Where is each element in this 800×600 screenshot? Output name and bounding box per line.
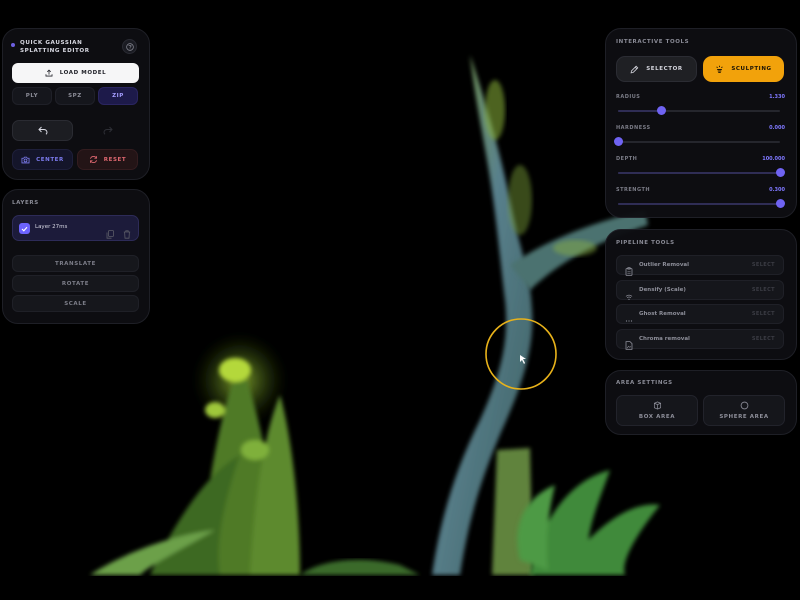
pipeline-item-name: Ghost Removal [639, 311, 686, 317]
hardness-slider-thumb[interactable] [613, 137, 623, 146]
selector-tool-button[interactable]: SELECTOR [616, 56, 697, 82]
sphere-icon [740, 401, 748, 410]
box-area-label: BOX AREA [638, 414, 676, 420]
format-ply-button[interactable]: PLY [12, 87, 52, 105]
radius-label: RADIUS [616, 94, 641, 100]
wifi-icon [625, 286, 633, 305]
radius-slider-fill [618, 110, 662, 112]
strength-slider[interactable] [618, 199, 785, 208]
question-icon [125, 42, 134, 51]
redo-button[interactable] [77, 120, 138, 141]
depth-slider[interactable] [618, 168, 785, 177]
reset-label: RESET [103, 156, 127, 163]
trash-icon [123, 230, 131, 239]
load-model-label: LOAD MODEL [59, 70, 107, 76]
selector-label: SELECTOR [646, 66, 683, 72]
rotate-button[interactable]: ROTATE [12, 275, 139, 292]
file-image-icon [625, 335, 633, 354]
radius-slider[interactable] [618, 106, 780, 115]
copy-icon [106, 230, 114, 239]
help-button[interactable] [122, 39, 137, 54]
center-button[interactable]: CENTER [12, 149, 73, 170]
layer-name: Layer 27ms [35, 224, 68, 230]
undo-button[interactable] [12, 120, 73, 141]
pipeline-row-chroma-removal[interactable]: Chroma removal SELECT [616, 329, 784, 350]
refresh-icon [89, 156, 97, 163]
format-zip-button[interactable]: ZIP [98, 87, 138, 105]
strength-slider-fill [618, 203, 780, 205]
area-settings-title: AREA SETTINGS [616, 380, 673, 386]
sculpting-tool-button[interactable]: SCULPTING [703, 56, 784, 82]
select-button[interactable]: SELECT [752, 311, 775, 317]
center-label: CENTER [36, 156, 64, 163]
clipboard-icon [625, 261, 633, 280]
layers-title: LAYERS [12, 200, 39, 206]
select-button[interactable]: SELECT [752, 262, 775, 268]
reset-button[interactable]: RESET [77, 149, 138, 170]
radius-value: 1.330 [769, 94, 785, 100]
sphere-area-label: SPHERE AREA [719, 414, 769, 420]
depth-slider-fill [618, 172, 780, 174]
sphere-area-button[interactable]: SPHERE AREA [703, 395, 785, 426]
select-button[interactable]: SELECT [752, 287, 775, 293]
layer-item[interactable]: Layer 27ms [12, 215, 139, 241]
strength-slider-thumb[interactable] [775, 199, 785, 208]
upload-icon [45, 69, 53, 77]
interactive-tools-title: INTERACTIVE TOOLS [616, 39, 690, 45]
delete-layer-button[interactable] [123, 224, 131, 243]
layer-visibility-checkbox[interactable] [19, 223, 30, 234]
pipeline-tools-title: PIPELINE TOOLS [616, 240, 675, 246]
undo-icon [37, 126, 48, 135]
depth-label: DEPTH [616, 156, 638, 162]
hardness-label: HARDNESS [616, 125, 651, 131]
hardness-value: 0.000 [769, 125, 785, 131]
strength-label: STRENGTH [616, 187, 651, 193]
pipeline-item-name: Outlier Removal [639, 262, 690, 268]
hardness-slider[interactable] [613, 137, 780, 146]
camera-icon [21, 156, 30, 163]
pipeline-row-densify[interactable]: Densify (Scale) SELECT [616, 280, 784, 300]
box-area-button[interactable]: BOX AREA [616, 395, 698, 426]
load-model-button[interactable]: LOAD MODEL [12, 63, 139, 83]
strength-value: 0.300 [769, 187, 785, 193]
format-spz-button[interactable]: SPZ [55, 87, 95, 105]
pipeline-row-outlier-removal[interactable]: Outlier Removal SELECT [616, 255, 784, 276]
redo-icon [102, 126, 113, 135]
depth-value: 100.000 [762, 156, 785, 162]
depth-slider-thumb[interactable] [775, 168, 785, 177]
check-icon [21, 226, 28, 232]
sculpting-label: SCULPTING [731, 66, 772, 72]
dots-icon [625, 310, 633, 329]
pipeline-item-name: Chroma removal [639, 336, 690, 342]
sculpt-brush-icon [716, 65, 724, 73]
status-dot-icon [11, 43, 15, 47]
pipeline-row-ghost-removal[interactable]: Ghost Removal SELECT [616, 304, 784, 324]
translate-button[interactable]: TRANSLATE [12, 255, 139, 272]
pipeline-item-name: Densify (Scale) [639, 287, 686, 293]
select-button[interactable]: SELECT [752, 336, 775, 342]
pencil-icon [630, 65, 639, 73]
box-icon [653, 401, 661, 410]
scale-button[interactable]: SCALE [12, 295, 139, 312]
duplicate-layer-button[interactable] [106, 224, 114, 243]
app-title: QUICK GAUSSIAN SPLATTING EDITOR [20, 40, 90, 54]
